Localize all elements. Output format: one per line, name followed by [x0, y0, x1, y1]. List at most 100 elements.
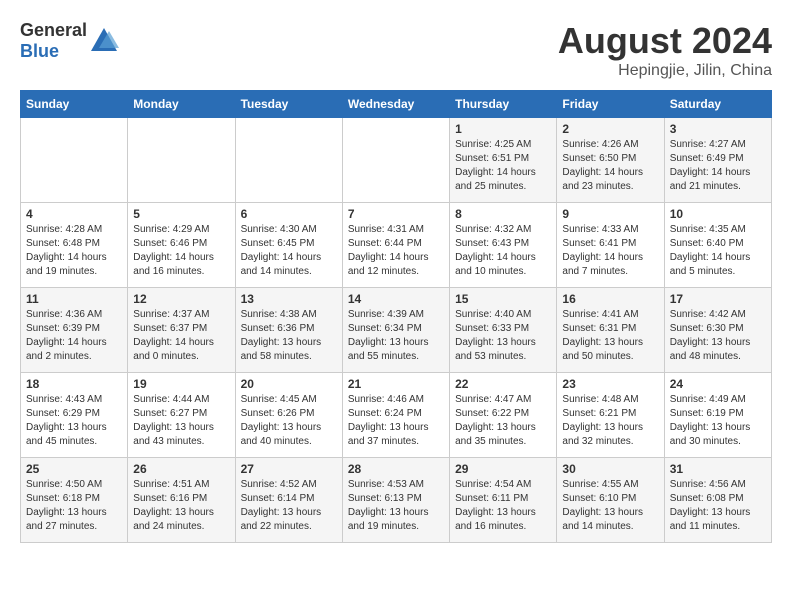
table-row: 30 Sunrise: 4:55 AM Sunset: 6:10 PM Dayli…: [557, 458, 664, 543]
table-row: 15 Sunrise: 4:40 AM Sunset: 6:33 PM Dayli…: [450, 288, 557, 373]
col-saturday: Saturday: [664, 91, 771, 118]
day-info: Sunrise: 4:54 AM Sunset: 6:11 PM Dayligh…: [455, 478, 551, 534]
day-number: 25: [26, 462, 122, 476]
title-block: August 2024 Hepingjie, Jilin, China: [558, 20, 772, 80]
table-row: 8 Sunrise: 4:32 AM Sunset: 6:43 PM Daylig…: [450, 203, 557, 288]
day-info: Sunrise: 4:48 AM Sunset: 6:21 PM Dayligh…: [562, 393, 658, 449]
table-row: 9 Sunrise: 4:33 AM Sunset: 6:41 PM Daylig…: [557, 203, 664, 288]
table-row: 24 Sunrise: 4:49 AM Sunset: 6:19 PM Dayli…: [664, 373, 771, 458]
day-number: 23: [562, 377, 658, 391]
day-info: Sunrise: 4:52 AM Sunset: 6:14 PM Dayligh…: [241, 478, 337, 534]
day-number: 1: [455, 122, 551, 136]
day-number: 9: [562, 207, 658, 221]
day-number: 21: [348, 377, 444, 391]
day-number: 2: [562, 122, 658, 136]
day-info: Sunrise: 4:45 AM Sunset: 6:26 PM Dayligh…: [241, 393, 337, 449]
day-number: 24: [670, 377, 766, 391]
day-info: Sunrise: 4:49 AM Sunset: 6:19 PM Dayligh…: [670, 393, 766, 449]
day-info: Sunrise: 4:56 AM Sunset: 6:08 PM Dayligh…: [670, 478, 766, 534]
day-number: 16: [562, 292, 658, 306]
day-info: Sunrise: 4:50 AM Sunset: 6:18 PM Dayligh…: [26, 478, 122, 534]
table-row: 20 Sunrise: 4:45 AM Sunset: 6:26 PM Dayli…: [235, 373, 342, 458]
day-number: 26: [133, 462, 229, 476]
day-info: Sunrise: 4:26 AM Sunset: 6:50 PM Dayligh…: [562, 138, 658, 194]
day-number: 17: [670, 292, 766, 306]
day-number: 5: [133, 207, 229, 221]
table-row: [21, 118, 128, 203]
table-row: 25 Sunrise: 4:50 AM Sunset: 6:18 PM Dayli…: [21, 458, 128, 543]
calendar-header-row: Sunday Monday Tuesday Wednesday Thursday…: [21, 91, 772, 118]
day-number: 18: [26, 377, 122, 391]
day-number: 7: [348, 207, 444, 221]
day-info: Sunrise: 4:32 AM Sunset: 6:43 PM Dayligh…: [455, 223, 551, 279]
col-sunday: Sunday: [21, 91, 128, 118]
logo: General Blue: [20, 20, 119, 62]
calendar-subtitle: Hepingjie, Jilin, China: [558, 62, 772, 80]
day-info: Sunrise: 4:51 AM Sunset: 6:16 PM Dayligh…: [133, 478, 229, 534]
day-info: Sunrise: 4:47 AM Sunset: 6:22 PM Dayligh…: [455, 393, 551, 449]
day-info: Sunrise: 4:55 AM Sunset: 6:10 PM Dayligh…: [562, 478, 658, 534]
calendar-week-row: 18Sunrise: 4:43 AM Sunset: 6:29 PM Dayli…: [21, 373, 772, 458]
logo-icon: [89, 26, 119, 56]
table-row: 1Sunrise: 4:25 AM Sunset: 6:51 PM Daylig…: [450, 118, 557, 203]
day-info: Sunrise: 4:33 AM Sunset: 6:41 PM Dayligh…: [562, 223, 658, 279]
day-info: Sunrise: 4:44 AM Sunset: 6:27 PM Dayligh…: [133, 393, 229, 449]
day-info: Sunrise: 4:30 AM Sunset: 6:45 PM Dayligh…: [241, 223, 337, 279]
day-info: Sunrise: 4:35 AM Sunset: 6:40 PM Dayligh…: [670, 223, 766, 279]
day-info: Sunrise: 4:31 AM Sunset: 6:44 PM Dayligh…: [348, 223, 444, 279]
day-info: Sunrise: 4:27 AM Sunset: 6:49 PM Dayligh…: [670, 138, 766, 194]
table-row: 29Sunrise: 4:54 AM Sunset: 6:11 PM Dayli…: [450, 458, 557, 543]
day-info: Sunrise: 4:28 AM Sunset: 6:48 PM Dayligh…: [26, 223, 122, 279]
day-info: Sunrise: 4:39 AM Sunset: 6:34 PM Dayligh…: [348, 308, 444, 364]
calendar-week-row: 4 Sunrise: 4:28 AM Sunset: 6:48 PM Daylig…: [21, 203, 772, 288]
table-row: 21 Sunrise: 4:46 AM Sunset: 6:24 PM Dayli…: [342, 373, 449, 458]
logo-blue: Blue: [20, 41, 59, 61]
day-info: Sunrise: 4:46 AM Sunset: 6:24 PM Dayligh…: [348, 393, 444, 449]
day-number: 11: [26, 292, 122, 306]
table-row: [342, 118, 449, 203]
logo-general: General: [20, 20, 87, 40]
calendar-table: Sunday Monday Tuesday Wednesday Thursday…: [20, 90, 772, 543]
table-row: 12 Sunrise: 4:37 AM Sunset: 6:37 PM Dayli…: [128, 288, 235, 373]
col-monday: Monday: [128, 91, 235, 118]
day-info: Sunrise: 4:38 AM Sunset: 6:36 PM Dayligh…: [241, 308, 337, 364]
day-number: 13: [241, 292, 337, 306]
calendar-week-row: 25 Sunrise: 4:50 AM Sunset: 6:18 PM Dayli…: [21, 458, 772, 543]
day-number: 22: [455, 377, 551, 391]
table-row: 7 Sunrise: 4:31 AM Sunset: 6:44 PM Daylig…: [342, 203, 449, 288]
table-row: [128, 118, 235, 203]
col-tuesday: Tuesday: [235, 91, 342, 118]
day-number: 12: [133, 292, 229, 306]
day-info: Sunrise: 4:37 AM Sunset: 6:37 PM Dayligh…: [133, 308, 229, 364]
table-row: 27Sunrise: 4:52 AM Sunset: 6:14 PM Dayli…: [235, 458, 342, 543]
day-info: Sunrise: 4:41 AM Sunset: 6:31 PM Dayligh…: [562, 308, 658, 364]
day-number: 4: [26, 207, 122, 221]
day-number: 6: [241, 207, 337, 221]
table-row: 10 Sunrise: 4:35 AM Sunset: 6:40 PM Dayli…: [664, 203, 771, 288]
table-row: 3Sunrise: 4:27 AM Sunset: 6:49 PM Daylig…: [664, 118, 771, 203]
table-row: 11 Sunrise: 4:36 AM Sunset: 6:39 PM Dayli…: [21, 288, 128, 373]
table-row: [235, 118, 342, 203]
day-number: 8: [455, 207, 551, 221]
col-friday: Friday: [557, 91, 664, 118]
day-info: Sunrise: 4:36 AM Sunset: 6:39 PM Dayligh…: [26, 308, 122, 364]
day-number: 31: [670, 462, 766, 476]
table-row: 14 Sunrise: 4:39 AM Sunset: 6:34 PM Dayli…: [342, 288, 449, 373]
table-row: 18Sunrise: 4:43 AM Sunset: 6:29 PM Dayli…: [21, 373, 128, 458]
day-number: 28: [348, 462, 444, 476]
table-row: 13 Sunrise: 4:38 AM Sunset: 6:36 PM Dayli…: [235, 288, 342, 373]
day-number: 15: [455, 292, 551, 306]
day-number: 14: [348, 292, 444, 306]
calendar-title: August 2024: [558, 20, 772, 62]
table-row: 2 Sunrise: 4:26 AM Sunset: 6:50 PM Daylig…: [557, 118, 664, 203]
day-number: 10: [670, 207, 766, 221]
day-number: 30: [562, 462, 658, 476]
table-row: 5 Sunrise: 4:29 AM Sunset: 6:46 PM Daylig…: [128, 203, 235, 288]
day-info: Sunrise: 4:29 AM Sunset: 6:46 PM Dayligh…: [133, 223, 229, 279]
day-info: Sunrise: 4:40 AM Sunset: 6:33 PM Dayligh…: [455, 308, 551, 364]
day-info: Sunrise: 4:42 AM Sunset: 6:30 PM Dayligh…: [670, 308, 766, 364]
day-number: 19: [133, 377, 229, 391]
col-thursday: Thursday: [450, 91, 557, 118]
table-row: 4 Sunrise: 4:28 AM Sunset: 6:48 PM Daylig…: [21, 203, 128, 288]
day-number: 20: [241, 377, 337, 391]
